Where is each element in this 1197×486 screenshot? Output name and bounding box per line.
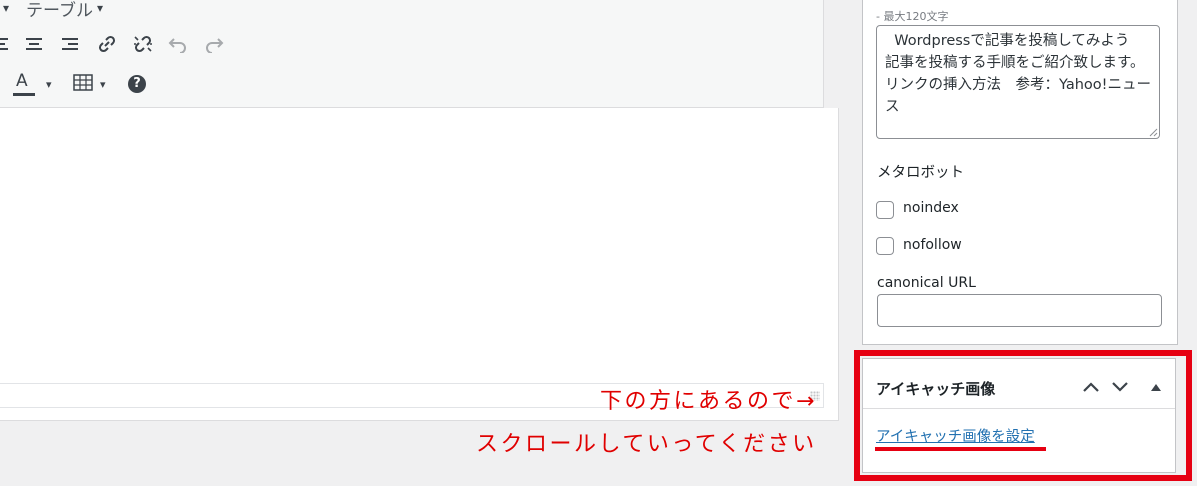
align-center-icon[interactable] [25,36,43,54]
description-hint: - 最大120文字 [876,10,949,23]
annotation-scroll-down: 下の方にあるので→ [600,389,817,414]
nofollow-label[interactable]: nofollow [903,237,962,253]
align-right-icon[interactable] [61,36,79,54]
unlink-icon[interactable] [132,34,154,54]
align-left-icon[interactable] [0,36,12,54]
table-caret-icon[interactable]: ▾ [100,78,106,91]
noindex-label[interactable]: noindex [903,200,959,216]
textarea-resize-icon[interactable] [1148,127,1158,137]
format-caret-icon[interactable]: ▾ [3,1,9,15]
table-menu-caret-icon[interactable]: ▾ [97,1,103,15]
text-color-icon[interactable]: A [16,71,28,91]
table-icon[interactable] [73,74,93,92]
table-menu-label[interactable]: テーブル [26,0,93,21]
redo-icon[interactable] [204,35,224,53]
meta-description-textarea[interactable]: Wordpressで記事を投稿してみよう 記事を投稿する手順をご紹介致します。 … [876,25,1160,139]
editor-content-area[interactable] [0,108,839,421]
annotation-highlight-frame [854,350,1192,481]
editor-toolbar [0,0,824,108]
canonical-url-label: canonical URL [877,275,976,291]
link-icon[interactable] [97,34,117,54]
noindex-checkbox[interactable] [876,201,894,219]
nofollow-checkbox[interactable] [876,237,894,255]
canonical-url-input[interactable] [877,294,1162,327]
undo-icon[interactable] [168,35,188,53]
help-icon[interactable]: ? [128,75,146,93]
meta-robots-label: メタロボット [877,165,964,181]
text-color-swatch [13,93,35,96]
annotation-scroll-instruction: スクロールしていってください [476,432,817,457]
text-color-caret-icon[interactable]: ▾ [46,78,52,91]
